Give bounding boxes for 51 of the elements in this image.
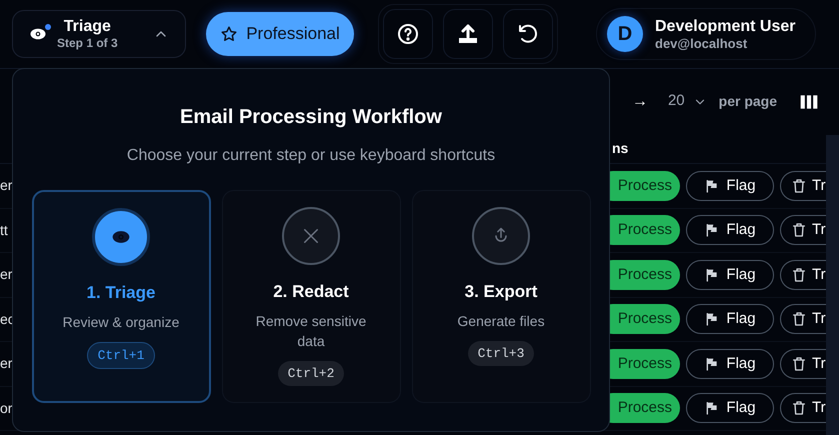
popover-subtitle: Choose your current step or use keyboard shortcuts bbox=[126, 146, 496, 166]
next-arrow[interactable]: → bbox=[632, 90, 648, 114]
step-counter: Step 1 of 3 bbox=[57, 37, 118, 49]
step-card[interactable]: 1. Triage Review & organize Ctrl+1 bbox=[32, 190, 210, 403]
trash-icon bbox=[791, 311, 807, 328]
shortcut-badge: Ctrl+3 bbox=[468, 340, 534, 366]
upload-icon bbox=[456, 22, 480, 46]
trash-icon bbox=[791, 178, 807, 194]
flag-button[interactable]: Flag bbox=[686, 304, 774, 334]
table-cell-text: er bbox=[0, 176, 12, 196]
step-title: 1. Triage bbox=[86, 282, 156, 304]
shortcut-badge: Ctrl+2 bbox=[278, 360, 344, 386]
user-avatar: D bbox=[607, 16, 643, 52]
table-cell-text: er bbox=[0, 265, 12, 284]
per-page-label: per page bbox=[718, 92, 777, 111]
step-description: Remove sensitive data bbox=[254, 312, 368, 350]
upload-button[interactable] bbox=[443, 9, 493, 59]
trash-icon bbox=[791, 222, 807, 238]
step-title: Triage bbox=[62, 19, 112, 35]
step-menu-button[interactable]: Triage Step 1 of 3 bbox=[12, 10, 186, 58]
table-cell-text: or bbox=[0, 398, 12, 418]
flag-button[interactable]: Flag bbox=[686, 215, 774, 246]
page-size-value[interactable]: 20 bbox=[668, 90, 685, 113]
step-card[interactable]: 3. Export Generate files Ctrl+3 bbox=[412, 190, 590, 403]
star-icon bbox=[220, 25, 238, 43]
table-cell-text: er bbox=[0, 354, 12, 374]
user-chip[interactable]: D Development User dev@localhost bbox=[596, 8, 816, 60]
column-header: ns bbox=[612, 139, 628, 158]
trash-icon bbox=[791, 266, 807, 283]
popover-title: Email Processing Workflow bbox=[180, 105, 442, 130]
user-name: Development User bbox=[655, 18, 796, 34]
flag-button[interactable]: Flag bbox=[686, 348, 774, 379]
trash-icon bbox=[791, 400, 807, 416]
step-description: Review & organize bbox=[62, 312, 180, 332]
scrollbar[interactable] bbox=[826, 135, 839, 435]
plan-badge[interactable]: Professional bbox=[206, 12, 354, 56]
step-title: 2. Redact bbox=[273, 281, 349, 303]
help-icon bbox=[396, 22, 420, 46]
help-button[interactable] bbox=[383, 9, 433, 59]
flag-button[interactable]: Flag bbox=[686, 260, 774, 290]
step-description: Generate files bbox=[456, 312, 546, 330]
step-card[interactable]: 2. Redact Remove sensitive data Ctrl+2 bbox=[222, 190, 400, 403]
user-email: dev@localhost bbox=[655, 36, 748, 50]
shortcut-badge: Ctrl+1 bbox=[86, 342, 156, 369]
table-cell-text: tt bbox=[0, 220, 8, 240]
trash-icon bbox=[791, 356, 807, 372]
undo-button[interactable] bbox=[503, 9, 553, 59]
flag-button[interactable]: Flag bbox=[686, 170, 774, 201]
step-title: 3. Export bbox=[464, 281, 538, 303]
flag-button[interactable]: Flag bbox=[686, 393, 774, 424]
plan-label: Professional bbox=[246, 23, 340, 46]
